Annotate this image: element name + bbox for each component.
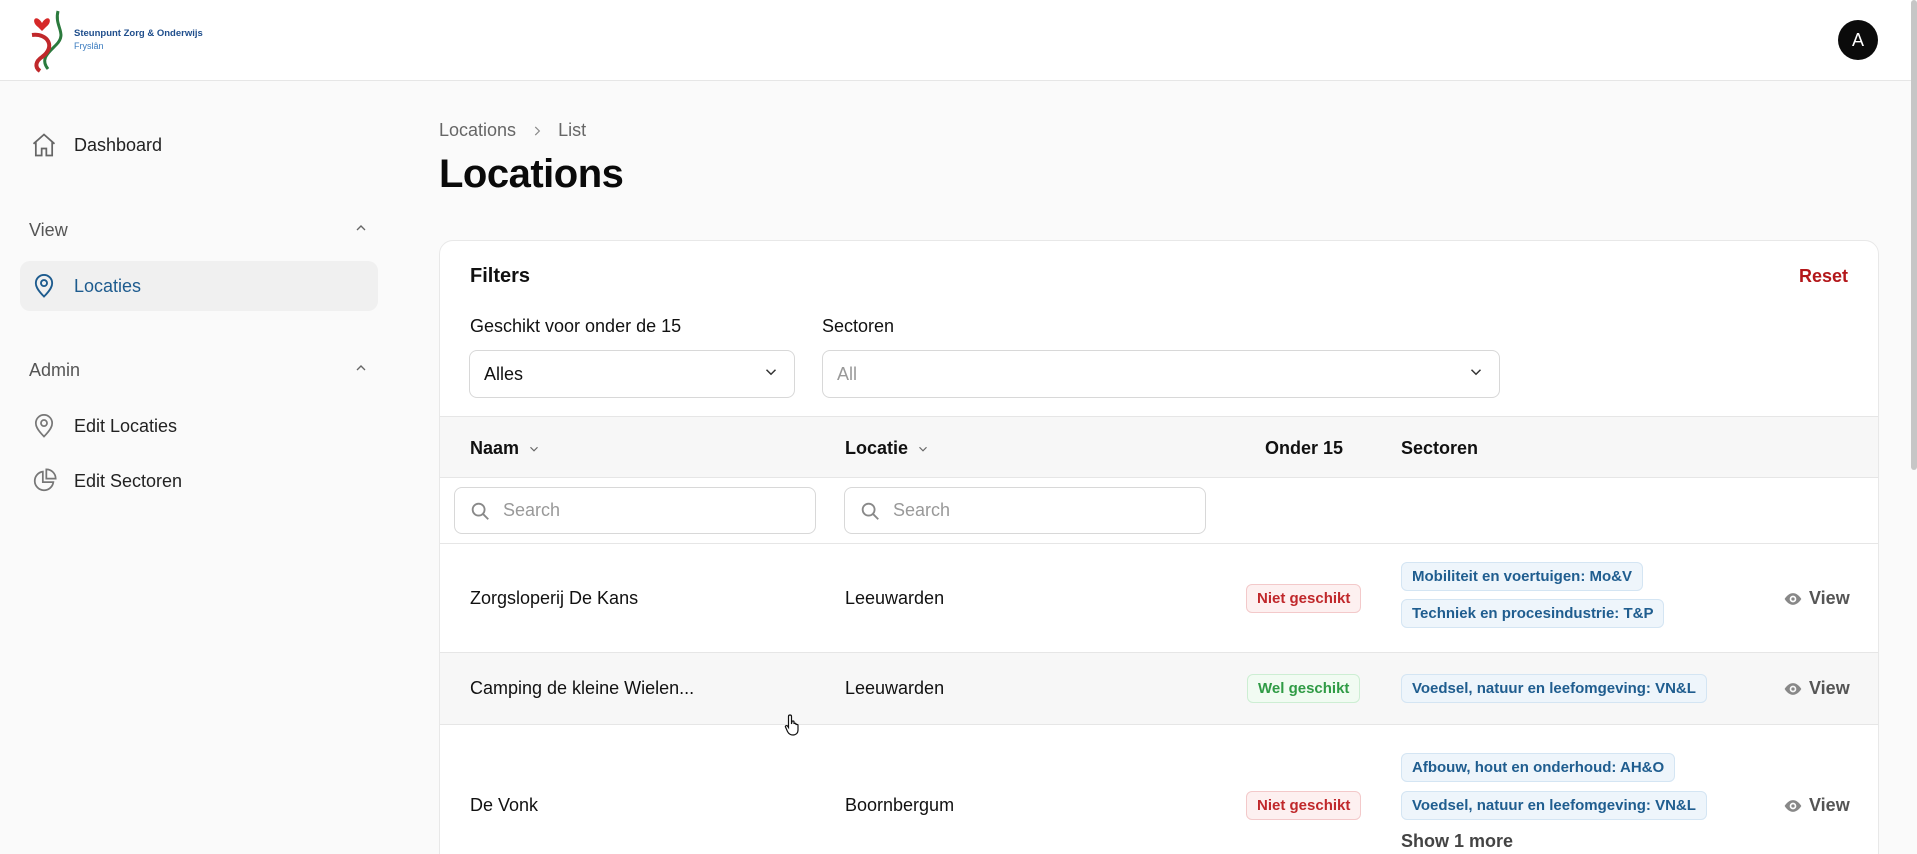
view-label: View	[1809, 795, 1850, 815]
hand-cursor-icon	[784, 713, 802, 742]
filter-onder15-label: Geschikt voor onder de 15	[470, 316, 682, 336]
search-icon	[859, 500, 881, 522]
page-scrollbar[interactable]	[1911, 0, 1917, 470]
eye-icon	[1783, 796, 1803, 816]
chevron-up-icon[interactable]	[353, 360, 369, 381]
map-pin-icon	[30, 412, 58, 440]
sector-tag: Voedsel, natuur en leefomgeving: VN&L	[1401, 674, 1707, 703]
pie-chart-icon	[30, 467, 58, 495]
reset-filters-button[interactable]: Reset	[1799, 266, 1848, 287]
filters-title: Filters	[470, 265, 531, 287]
sidebar-group-view[interactable]: View	[29, 220, 369, 241]
status-badge: Niet geschikt	[1246, 791, 1362, 820]
show-more-button[interactable]: Show 1 more	[1401, 831, 1513, 852]
table-row[interactable]: Zorgsloperij De Kans Leeuwarden Niet ges…	[440, 544, 1878, 653]
brand-name: Steunpunt Zorg & Onderwijs	[74, 28, 203, 39]
chevron-down-icon	[762, 363, 780, 386]
table-header: Naam Locatie Onder 15 Sectoren	[440, 416, 1878, 478]
logo-mark-icon	[31, 10, 63, 73]
column-header-onder15: Onder 15	[1265, 438, 1343, 459]
map-pin-icon	[30, 272, 58, 300]
status-badge: Niet geschikt	[1246, 584, 1362, 613]
column-header-label: Locatie	[845, 438, 909, 458]
locations-table-card: Filters Reset Geschikt voor onder de 15 …	[439, 240, 1879, 854]
home-icon	[30, 131, 58, 159]
cell-naam: Zorgsloperij De Kans	[470, 588, 639, 608]
locatie-search-input[interactable]: Search	[844, 487, 1206, 534]
chevron-down-icon	[1467, 363, 1485, 386]
cell-locatie: Leeuwarden	[845, 678, 945, 698]
table-row[interactable]: De Vonk Boornbergum Niet geschikt Afbouw…	[440, 725, 1878, 854]
brand-logo[interactable]: Steunpunt Zorg & Onderwijs Fryslân	[28, 6, 218, 74]
sector-tag: Voedsel, natuur en leefomgeving: VN&L	[1401, 791, 1707, 820]
column-header-label: Onder 15	[1265, 438, 1344, 458]
eye-icon	[1783, 589, 1803, 609]
column-header-naam[interactable]: Naam	[470, 438, 541, 459]
search-placeholder: Search	[503, 500, 561, 520]
table-row[interactable]: Camping de kleine Wielen... Leeuwarden W…	[440, 653, 1878, 725]
sidebar-item-edit-locaties[interactable]: Edit Locaties	[20, 401, 378, 451]
filter-sectoren-select[interactable]: All	[822, 350, 1500, 398]
sort-chevron-icon	[916, 442, 930, 456]
view-button[interactable]: View	[1783, 588, 1850, 609]
sidebar-item-dashboard[interactable]: Dashboard	[20, 120, 378, 170]
view-label: View	[1809, 678, 1850, 698]
breadcrumb: Locations List	[439, 120, 586, 141]
view-button[interactable]: View	[1783, 678, 1850, 699]
page-title: Locations	[439, 152, 624, 196]
sidebar-group-label: Admin	[29, 360, 81, 380]
sort-chevron-icon	[527, 442, 541, 456]
filter-onder15-value: Alles	[484, 363, 524, 384]
sidebar-group-admin[interactable]: Admin	[29, 360, 369, 381]
column-header-sectoren: Sectoren	[1401, 438, 1478, 459]
sector-tag: Afbouw, hout en onderhoud: AH&O	[1401, 753, 1676, 782]
sidebar-item-edit-sectoren[interactable]: Edit Sectoren	[20, 456, 378, 506]
search-icon	[469, 500, 491, 522]
top-bar: Steunpunt Zorg & Onderwijs Fryslân A	[0, 0, 1917, 81]
column-header-locatie[interactable]: Locatie	[845, 438, 930, 459]
sidebar-item-locaties[interactable]: Locaties	[20, 261, 378, 311]
sidebar-group-label: View	[29, 220, 68, 240]
sidebar-item-label: Locaties	[74, 275, 142, 296]
user-avatar[interactable]: A	[1838, 20, 1878, 60]
filter-sectoren-placeholder: All	[837, 363, 858, 384]
status-badge: Wel geschikt	[1247, 674, 1361, 703]
cell-locatie: Boornbergum	[845, 795, 955, 815]
filter-onder15-select[interactable]: Alles	[469, 350, 795, 398]
breadcrumb-list: List	[558, 120, 587, 140]
column-header-label: Sectoren	[1401, 438, 1479, 458]
cell-naam: De Vonk	[470, 795, 539, 815]
filter-sectoren-label: Sectoren	[822, 316, 895, 336]
sector-tag: Techniek en procesindustrie: T&P	[1401, 599, 1665, 628]
breadcrumb-locations[interactable]: Locations	[439, 120, 516, 141]
sidebar-item-label: Dashboard	[74, 134, 163, 155]
table-search-row: Search Search	[440, 478, 1878, 544]
search-placeholder: Search	[893, 500, 951, 520]
sidebar-item-label: Edit Locaties	[74, 415, 178, 436]
eye-icon	[1783, 679, 1803, 699]
naam-search-input[interactable]: Search	[454, 487, 816, 534]
sector-tag: Mobiliteit en voertuigen: Mo&V	[1401, 562, 1643, 591]
brand-region: Fryslân	[74, 41, 104, 51]
cell-naam: Camping de kleine Wielen...	[470, 678, 695, 698]
chevron-up-icon[interactable]	[353, 220, 369, 241]
view-button[interactable]: View	[1783, 795, 1850, 816]
chevron-right-icon	[530, 124, 544, 138]
column-header-label: Naam	[470, 438, 520, 458]
sidebar-item-label: Edit Sectoren	[74, 470, 183, 491]
view-label: View	[1809, 588, 1850, 608]
cell-locatie: Leeuwarden	[845, 588, 945, 608]
